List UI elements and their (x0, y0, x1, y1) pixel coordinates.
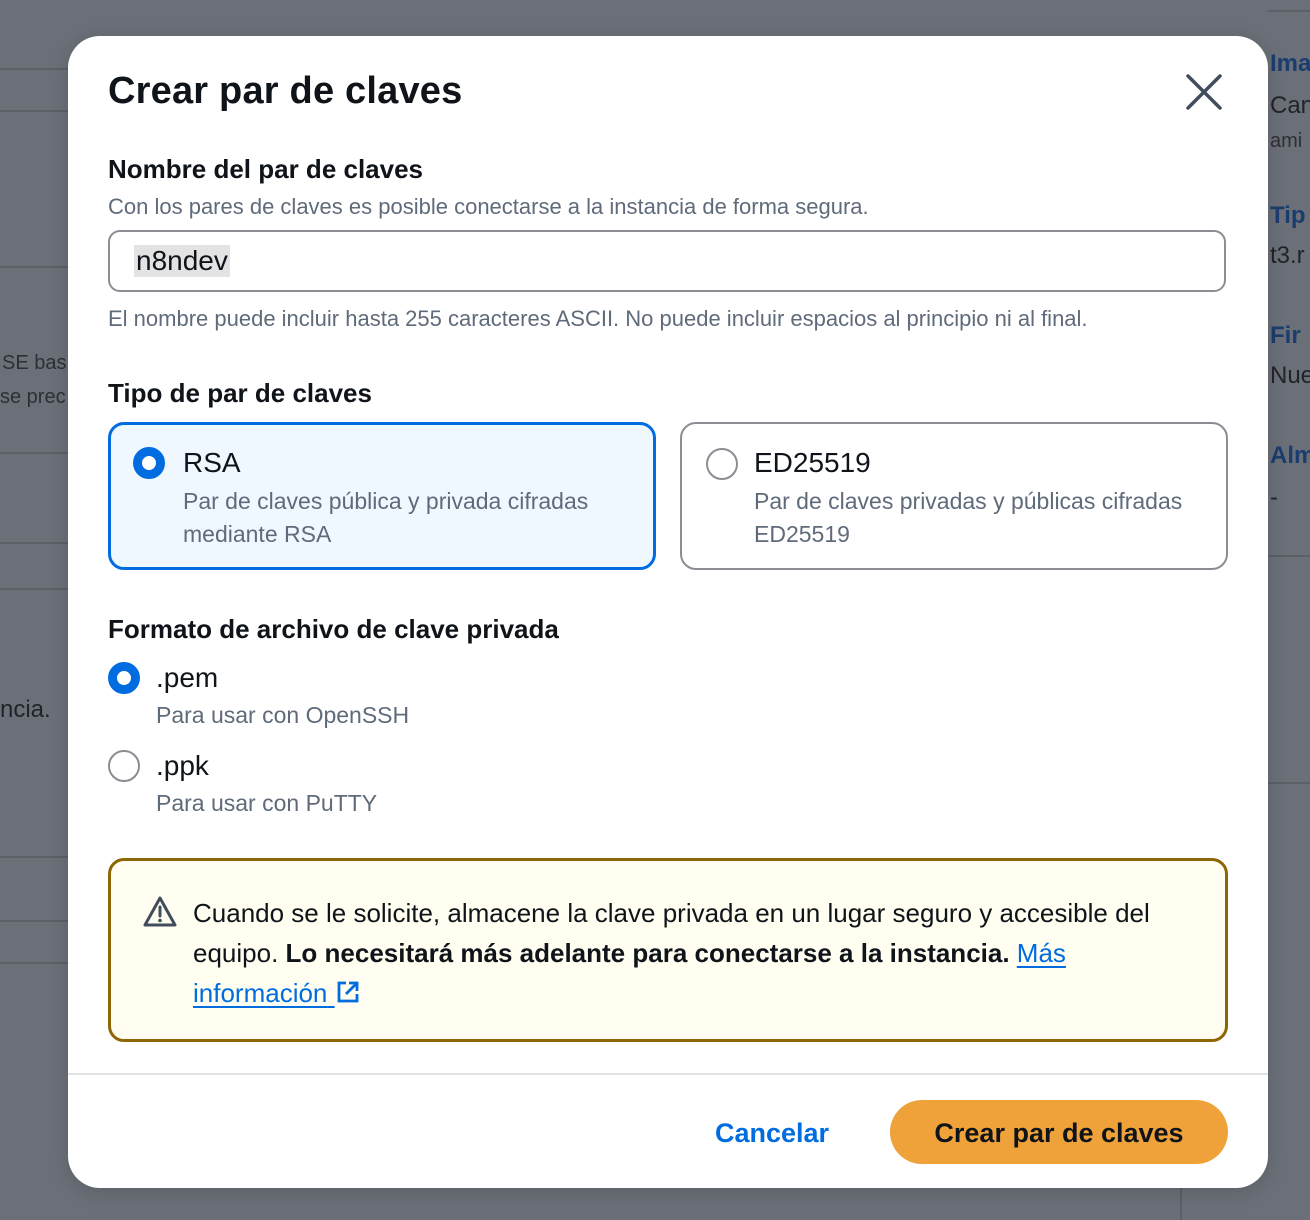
option-description: Par de claves pública y privada cifradas… (183, 488, 589, 547)
key-type-option-rsa[interactable]: RSA Par de claves pública y privada cifr… (108, 422, 656, 570)
radio-ed25519[interactable] (706, 448, 738, 480)
bg-fragment: se prec (0, 386, 66, 408)
bg-item-title: Fir (1270, 322, 1301, 349)
alert-message: Cuando se le solicite, almacene la clave… (193, 893, 1193, 1013)
bg-divider (1268, 782, 1310, 784)
key-name-label: Nombre del par de claves (108, 154, 424, 184)
bg-divider (0, 452, 68, 454)
bg-divider (1180, 1188, 1182, 1220)
bg-divider (0, 542, 68, 544)
key-name-value: n8ndev (134, 245, 230, 277)
radio-pem[interactable] (108, 662, 140, 694)
bg-divider (0, 266, 68, 268)
footer-divider (68, 1073, 1268, 1075)
bg-item-value: Can (1270, 92, 1310, 119)
bg-divider (1268, 555, 1310, 557)
create-key-pair-button[interactable]: Crear par de claves (890, 1100, 1228, 1164)
radio-ppk[interactable] (108, 750, 140, 782)
bg-divider (0, 68, 68, 70)
key-name-constraint: El nombre puede incluir hasta 255 caract… (108, 306, 1088, 331)
key-name-description: Con los pares de claves es posible conec… (108, 194, 869, 219)
format-option-description: Para usar con PuTTY (156, 790, 378, 816)
key-type-option-ed25519[interactable]: ED25519 Par de claves privadas y pública… (680, 422, 1228, 570)
bg-item-value: Nue (1270, 362, 1310, 389)
create-key-pair-modal: Crear par de claves Nombre del par de cl… (68, 36, 1268, 1188)
radio-rsa[interactable] (133, 447, 165, 479)
option-description: Par de claves privadas y públicas cifrad… (754, 488, 1183, 547)
format-option-description: Para usar con OpenSSH (156, 702, 410, 728)
bg-item-sub: ami (1270, 130, 1303, 152)
bg-divider (0, 588, 68, 590)
key-format-label: Formato de archivo de clave privada (108, 614, 559, 644)
bg-item-value: - (1270, 484, 1278, 511)
bg-divider (1268, 10, 1310, 12)
bg-item-title: Ima (1270, 50, 1310, 77)
key-name-input[interactable]: n8ndev (108, 230, 1226, 292)
bg-divider (0, 920, 68, 922)
bg-divider (0, 856, 68, 858)
key-type-label: Tipo de par de claves (108, 378, 372, 408)
bg-item-value: t3.r (1270, 242, 1305, 269)
close-icon (1186, 74, 1222, 110)
close-button[interactable] (1180, 68, 1228, 116)
option-title: ED25519 (754, 447, 871, 478)
cancel-button[interactable]: Cancelar (694, 1100, 850, 1164)
bg-item-title: Tip (1270, 202, 1306, 229)
bg-divider (0, 962, 68, 964)
option-title: RSA (183, 447, 241, 478)
bg-divider (0, 110, 68, 112)
bg-fragment: ncia. (0, 696, 51, 723)
bg-item-title: Alm (1270, 442, 1310, 469)
bg-fragment: SE bas (2, 352, 67, 374)
warning-alert: Cuando se le solicite, almacene la clave… (108, 858, 1228, 1042)
modal-title: Crear par de claves (108, 70, 463, 112)
format-option-pem[interactable]: .pem (156, 662, 218, 694)
alert-bold-text: Lo necesitará más adelante para conectar… (285, 938, 1010, 968)
warning-icon (143, 896, 177, 927)
external-link-icon (337, 981, 359, 1003)
format-option-ppk[interactable]: .ppk (156, 750, 209, 782)
